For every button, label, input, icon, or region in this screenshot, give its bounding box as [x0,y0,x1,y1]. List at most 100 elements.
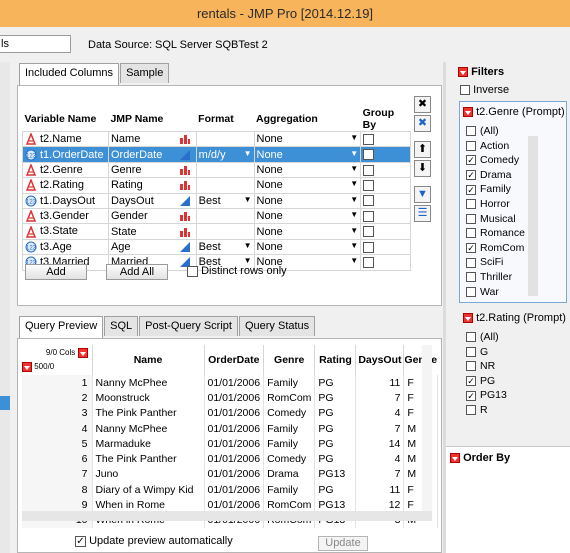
jmp-name-cell[interactable]: Age [107,238,197,256]
continuous-modeling-icon[interactable] [179,241,192,253]
filter-item-checkbox[interactable] [466,405,476,416]
jmp-name-cell[interactable]: OrderDate [107,146,197,163]
group-by-checkbox[interactable] [363,226,375,238]
filter-item-checkbox[interactable]: ✓ [466,242,476,253]
filter-list-item[interactable]: (All) [460,330,542,345]
chevron-down-icon[interactable]: ▼ [244,241,252,250]
filter-item-checkbox[interactable]: ✓ [466,390,476,401]
tab-included-columns[interactable]: Included Columns [19,63,120,85]
add-button[interactable]: Add [25,264,87,280]
aggregation-cell[interactable]: None ▼ [253,161,362,179]
group-by-cell[interactable] [360,192,411,209]
variable-name-cell[interactable]: t2.Genre [22,161,109,179]
group-by-checkbox[interactable] [363,179,375,191]
preview-col-orderdate[interactable]: OrderDate [204,345,265,375]
table-row[interactable]: 8 Diary of a Wimpy Kid 01/01/2006 Family PG 1… [22,482,438,498]
group-by-checkbox[interactable] [363,241,375,253]
distinct-rows-box[interactable] [187,265,198,277]
order-icon[interactable]: ☰ [414,205,431,222]
jmp-name-cell[interactable]: Rating [107,177,197,194]
row-state-header[interactable]: 9/0 Cols 500/0 [22,345,93,375]
group-by-checkbox[interactable] [363,133,375,145]
group-by-checkbox[interactable] [363,149,375,161]
variable-name-cell[interactable]: t2.Rating [22,177,109,194]
inverse-box[interactable] [460,85,470,96]
rating-menu-icon[interactable] [463,313,473,324]
chevron-down-icon[interactable]: ▼ [350,164,358,173]
preview-col-genre[interactable]: Genre [263,345,316,375]
distinct-rows-checkbox[interactable]: Distinct rows only [187,265,287,277]
chevron-down-icon[interactable]: ▼ [350,210,358,219]
preview-horizontal-scrollbar[interactable] [22,511,432,521]
chevron-down-icon[interactable]: ▼ [350,179,358,188]
remove-column-icon[interactable]: ✖ [414,96,431,113]
format-cell[interactable] [195,161,255,179]
nominal-modeling-icon[interactable] [179,226,192,238]
move-up-icon[interactable]: ⬆ [414,141,431,158]
jmp-name-cell[interactable]: Name [107,130,197,148]
filter-list-item[interactable]: G [460,345,542,360]
filter-item-checkbox[interactable] [466,126,476,137]
group-by-checkbox[interactable] [363,210,375,222]
nominal-modeling-icon[interactable] [179,164,192,176]
filter-item-checkbox[interactable] [466,332,476,343]
variable-name-cell[interactable]: 123 t1.OrderDate [22,146,109,163]
filter-list-item[interactable]: ✓ PG13 [460,388,542,403]
tab-sql[interactable]: SQL [104,316,139,336]
variable-row[interactable]: 123 t3.Age Age Best ▼ None ▼ [22,238,411,256]
variable-row[interactable]: t2.Rating Rating None ▼ [22,177,411,194]
filter-item-checkbox[interactable] [466,257,476,268]
group-by-cell[interactable] [360,238,411,256]
genre-menu-icon[interactable] [463,107,473,118]
tab-query-preview[interactable]: Query Preview [19,316,104,338]
variable-row[interactable]: t2.Name Name None ▼ [22,130,411,148]
filter-list-item[interactable]: ✓ PG [460,374,542,389]
filters-menu-icon[interactable] [458,67,468,78]
rows-menu-icon[interactable] [22,362,32,372]
filter-item-checkbox[interactable] [466,286,476,297]
format-cell[interactable]: m/d/y ▼ [195,146,255,163]
continuous-modeling-icon[interactable] [179,195,192,207]
source-name-field[interactable]: ls [0,35,71,53]
filter-item-checkbox[interactable]: ✓ [466,155,476,166]
group-by-cell[interactable] [360,130,411,148]
filter-item-checkbox[interactable]: ✓ [466,170,476,180]
aggregation-cell[interactable]: None ▼ [253,130,362,148]
preview-col-name[interactable]: Name [92,345,205,375]
group-by-cell[interactable] [360,223,411,240]
variable-name-cell[interactable]: t3.Gender [22,207,109,225]
group-by-cell[interactable] [360,207,411,225]
aggregation-cell[interactable]: None ▼ [253,192,362,209]
chevron-down-icon[interactable]: ▼ [350,149,358,158]
variable-row[interactable]: t3.State State None ▼ [22,223,411,240]
continuous-modeling-icon[interactable] [179,149,192,161]
aggregation-cell[interactable]: None ▼ [253,238,362,256]
preview-col-rating[interactable]: Rating [314,345,357,375]
add-all-button[interactable]: Add All [106,264,168,280]
jmp-name-cell[interactable]: State [107,223,197,240]
order-by-menu-icon[interactable] [450,453,460,464]
group-by-checkbox[interactable] [363,195,375,207]
preview-col-daysout[interactable]: DaysOut [355,345,405,375]
cols-menu-icon[interactable] [77,348,88,358]
aggregation-cell[interactable]: None ▼ [253,223,362,240]
table-row[interactable]: 2 Moonstruck 01/01/2006 RomCom PG 7 F [22,390,438,406]
filter-item-checkbox[interactable] [466,361,476,372]
format-cell[interactable]: Best ▼ [195,192,255,209]
table-row[interactable]: 1 Nanny McPhee 01/01/2006 Family PG 11 F [22,375,438,391]
genre-list-scrollbar[interactable] [528,136,538,296]
chevron-down-icon[interactable]: ▼ [350,241,358,250]
remove-all-icon[interactable]: ✖ [414,115,431,132]
aggregation-cell[interactable]: None ▼ [253,146,362,163]
variable-row[interactable]: 123 t1.OrderDate OrderDate m/d/y ▼ None ▼ [22,146,411,163]
format-cell[interactable] [195,130,255,148]
filter-item-checkbox[interactable] [466,346,476,357]
update-preview-box[interactable]: ✓ [75,535,86,547]
filter-item-checkbox[interactable] [466,228,476,239]
chevron-down-icon[interactable]: ▼ [244,149,252,158]
table-row[interactable]: 4 Nanny McPhee 01/01/2006 Family PG 7 M [22,420,438,437]
chevron-down-icon[interactable]: ▼ [350,226,358,235]
table-row[interactable]: 6 The Pink Panther 01/01/2006 Comedy PG 4 M [22,451,438,467]
format-cell[interactable] [195,207,255,225]
filter-list-item[interactable]: R [460,403,542,418]
